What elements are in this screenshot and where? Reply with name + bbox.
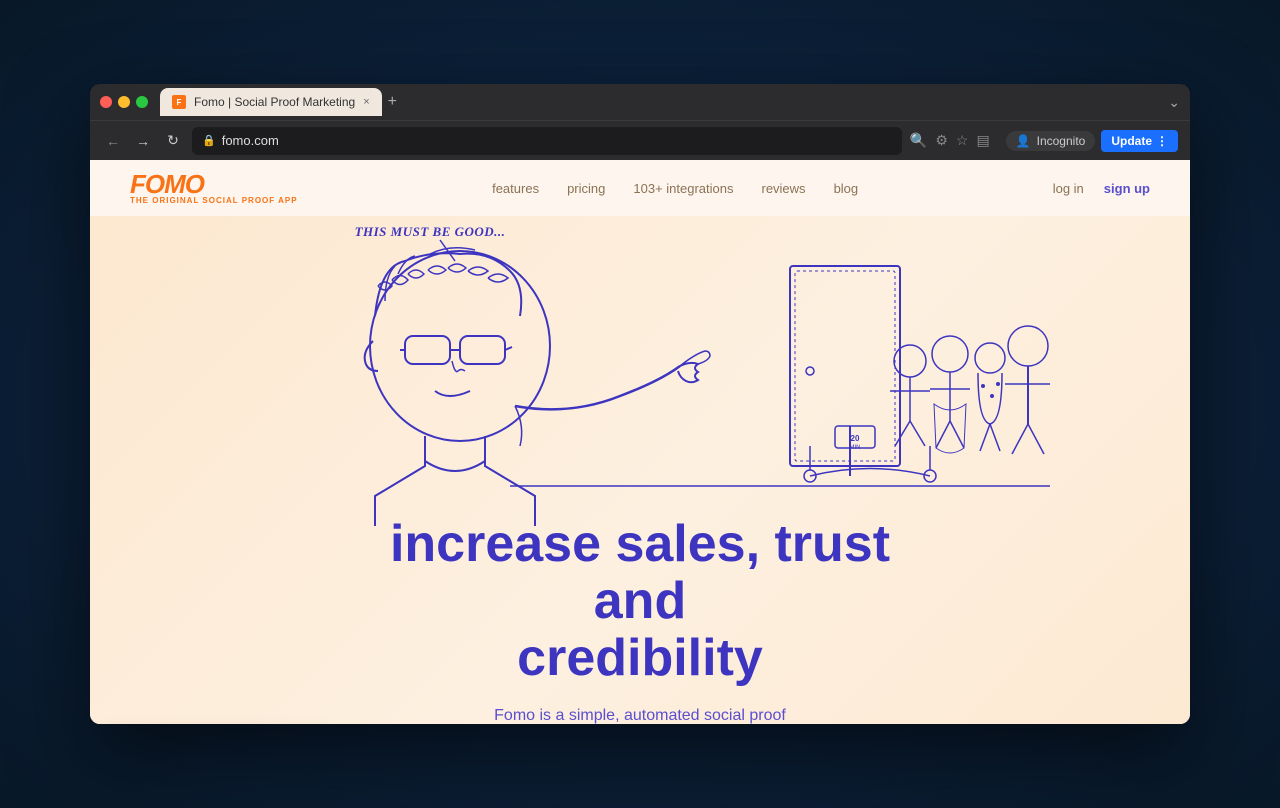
browser-window: F Fomo | Social Proof Marketing × + ⌄ ← … bbox=[90, 84, 1190, 724]
extension-icon[interactable]: ⚙ bbox=[935, 132, 948, 149]
refresh-button[interactable]: ↻ bbox=[162, 130, 184, 152]
svg-text:MIN: MIN bbox=[850, 445, 861, 451]
hero-subtext-line1: Fomo is a simple, automated social proof bbox=[494, 707, 786, 724]
hero-text: increase sales, trust and credibility Fo… bbox=[320, 516, 960, 724]
lock-icon: 🔒 bbox=[202, 134, 216, 147]
nav-reviews[interactable]: reviews bbox=[761, 181, 805, 196]
new-tab-button[interactable]: + bbox=[388, 93, 397, 111]
svg-text:20: 20 bbox=[851, 434, 860, 443]
close-window-button[interactable] bbox=[100, 96, 112, 108]
nav-pricing[interactable]: pricing bbox=[567, 181, 605, 196]
update-dots-icon: ⋮ bbox=[1156, 134, 1168, 148]
update-label: Update bbox=[1111, 134, 1152, 148]
nav-blog[interactable]: blog bbox=[834, 181, 859, 196]
search-icon[interactable]: 🔍 bbox=[910, 132, 927, 149]
hero-subtext: Fomo is a simple, automated social proof… bbox=[340, 704, 940, 724]
hero-heading: increase sales, trust and credibility bbox=[340, 516, 940, 688]
minimize-window-button[interactable] bbox=[118, 96, 130, 108]
tab-menu-button[interactable]: ⌄ bbox=[1168, 94, 1180, 111]
site-nav-links: features pricing 103+ integrations revie… bbox=[492, 181, 858, 196]
update-button[interactable]: Update ⋮ bbox=[1101, 130, 1178, 152]
signup-link[interactable]: sign up bbox=[1104, 181, 1150, 196]
tab-favicon: F bbox=[172, 95, 186, 109]
address-actions: 🔍 ⚙ ☆ ▤ bbox=[910, 132, 990, 149]
active-tab[interactable]: F Fomo | Social Proof Marketing × bbox=[160, 88, 382, 116]
tab-close-button[interactable]: × bbox=[363, 96, 369, 108]
address-bar-row: ← → ↻ 🔒 fomo.com 🔍 ⚙ ☆ ▤ 👤 Incognito Upd… bbox=[90, 120, 1190, 160]
bookmark-icon[interactable]: ☆ bbox=[956, 132, 969, 149]
hero-heading-line2: credibility bbox=[517, 629, 763, 687]
tab-title: Fomo | Social Proof Marketing bbox=[194, 95, 355, 109]
maximize-window-button[interactable] bbox=[136, 96, 148, 108]
sidebar-icon[interactable]: ▤ bbox=[976, 132, 989, 149]
profile-area: 👤 Incognito Update ⋮ bbox=[1006, 130, 1178, 152]
logo-text: FOMO bbox=[130, 171, 298, 197]
traffic-lights bbox=[100, 96, 148, 108]
site-logo[interactable]: FOMO THE ORIGINAL SOCIAL PROOF APP bbox=[130, 171, 298, 205]
forward-button[interactable]: → bbox=[132, 130, 154, 152]
incognito-avatar: 👤 bbox=[1016, 134, 1031, 148]
hero-heading-line1: increase sales, trust and bbox=[390, 515, 890, 630]
site-nav-auth: log in sign up bbox=[1053, 181, 1150, 196]
website-content: FOMO THE ORIGINAL SOCIAL PROOF APP featu… bbox=[90, 160, 1190, 724]
nav-integrations[interactable]: 103+ integrations bbox=[633, 181, 733, 196]
back-button[interactable]: ← bbox=[102, 130, 124, 152]
address-bar[interactable]: 🔒 fomo.com bbox=[192, 127, 902, 155]
url-text: fomo.com bbox=[222, 133, 279, 148]
site-nav: FOMO THE ORIGINAL SOCIAL PROOF APP featu… bbox=[90, 160, 1190, 216]
hero-illustration: THIS MUST BE GOOD... bbox=[230, 216, 1050, 526]
hero-section: THIS MUST BE GOOD... bbox=[90, 216, 1190, 724]
incognito-label: Incognito bbox=[1037, 134, 1086, 148]
tab-bar: F Fomo | Social Proof Marketing × + bbox=[160, 84, 1160, 120]
svg-text:THIS MUST BE GOOD...: THIS MUST BE GOOD... bbox=[355, 224, 506, 239]
login-link[interactable]: log in bbox=[1053, 181, 1084, 196]
incognito-button[interactable]: 👤 Incognito bbox=[1006, 131, 1096, 151]
browser-chrome: F Fomo | Social Proof Marketing × + ⌄ bbox=[90, 84, 1190, 120]
logo-tagline: THE ORIGINAL SOCIAL PROOF APP bbox=[130, 197, 298, 205]
nav-features[interactable]: features bbox=[492, 181, 539, 196]
